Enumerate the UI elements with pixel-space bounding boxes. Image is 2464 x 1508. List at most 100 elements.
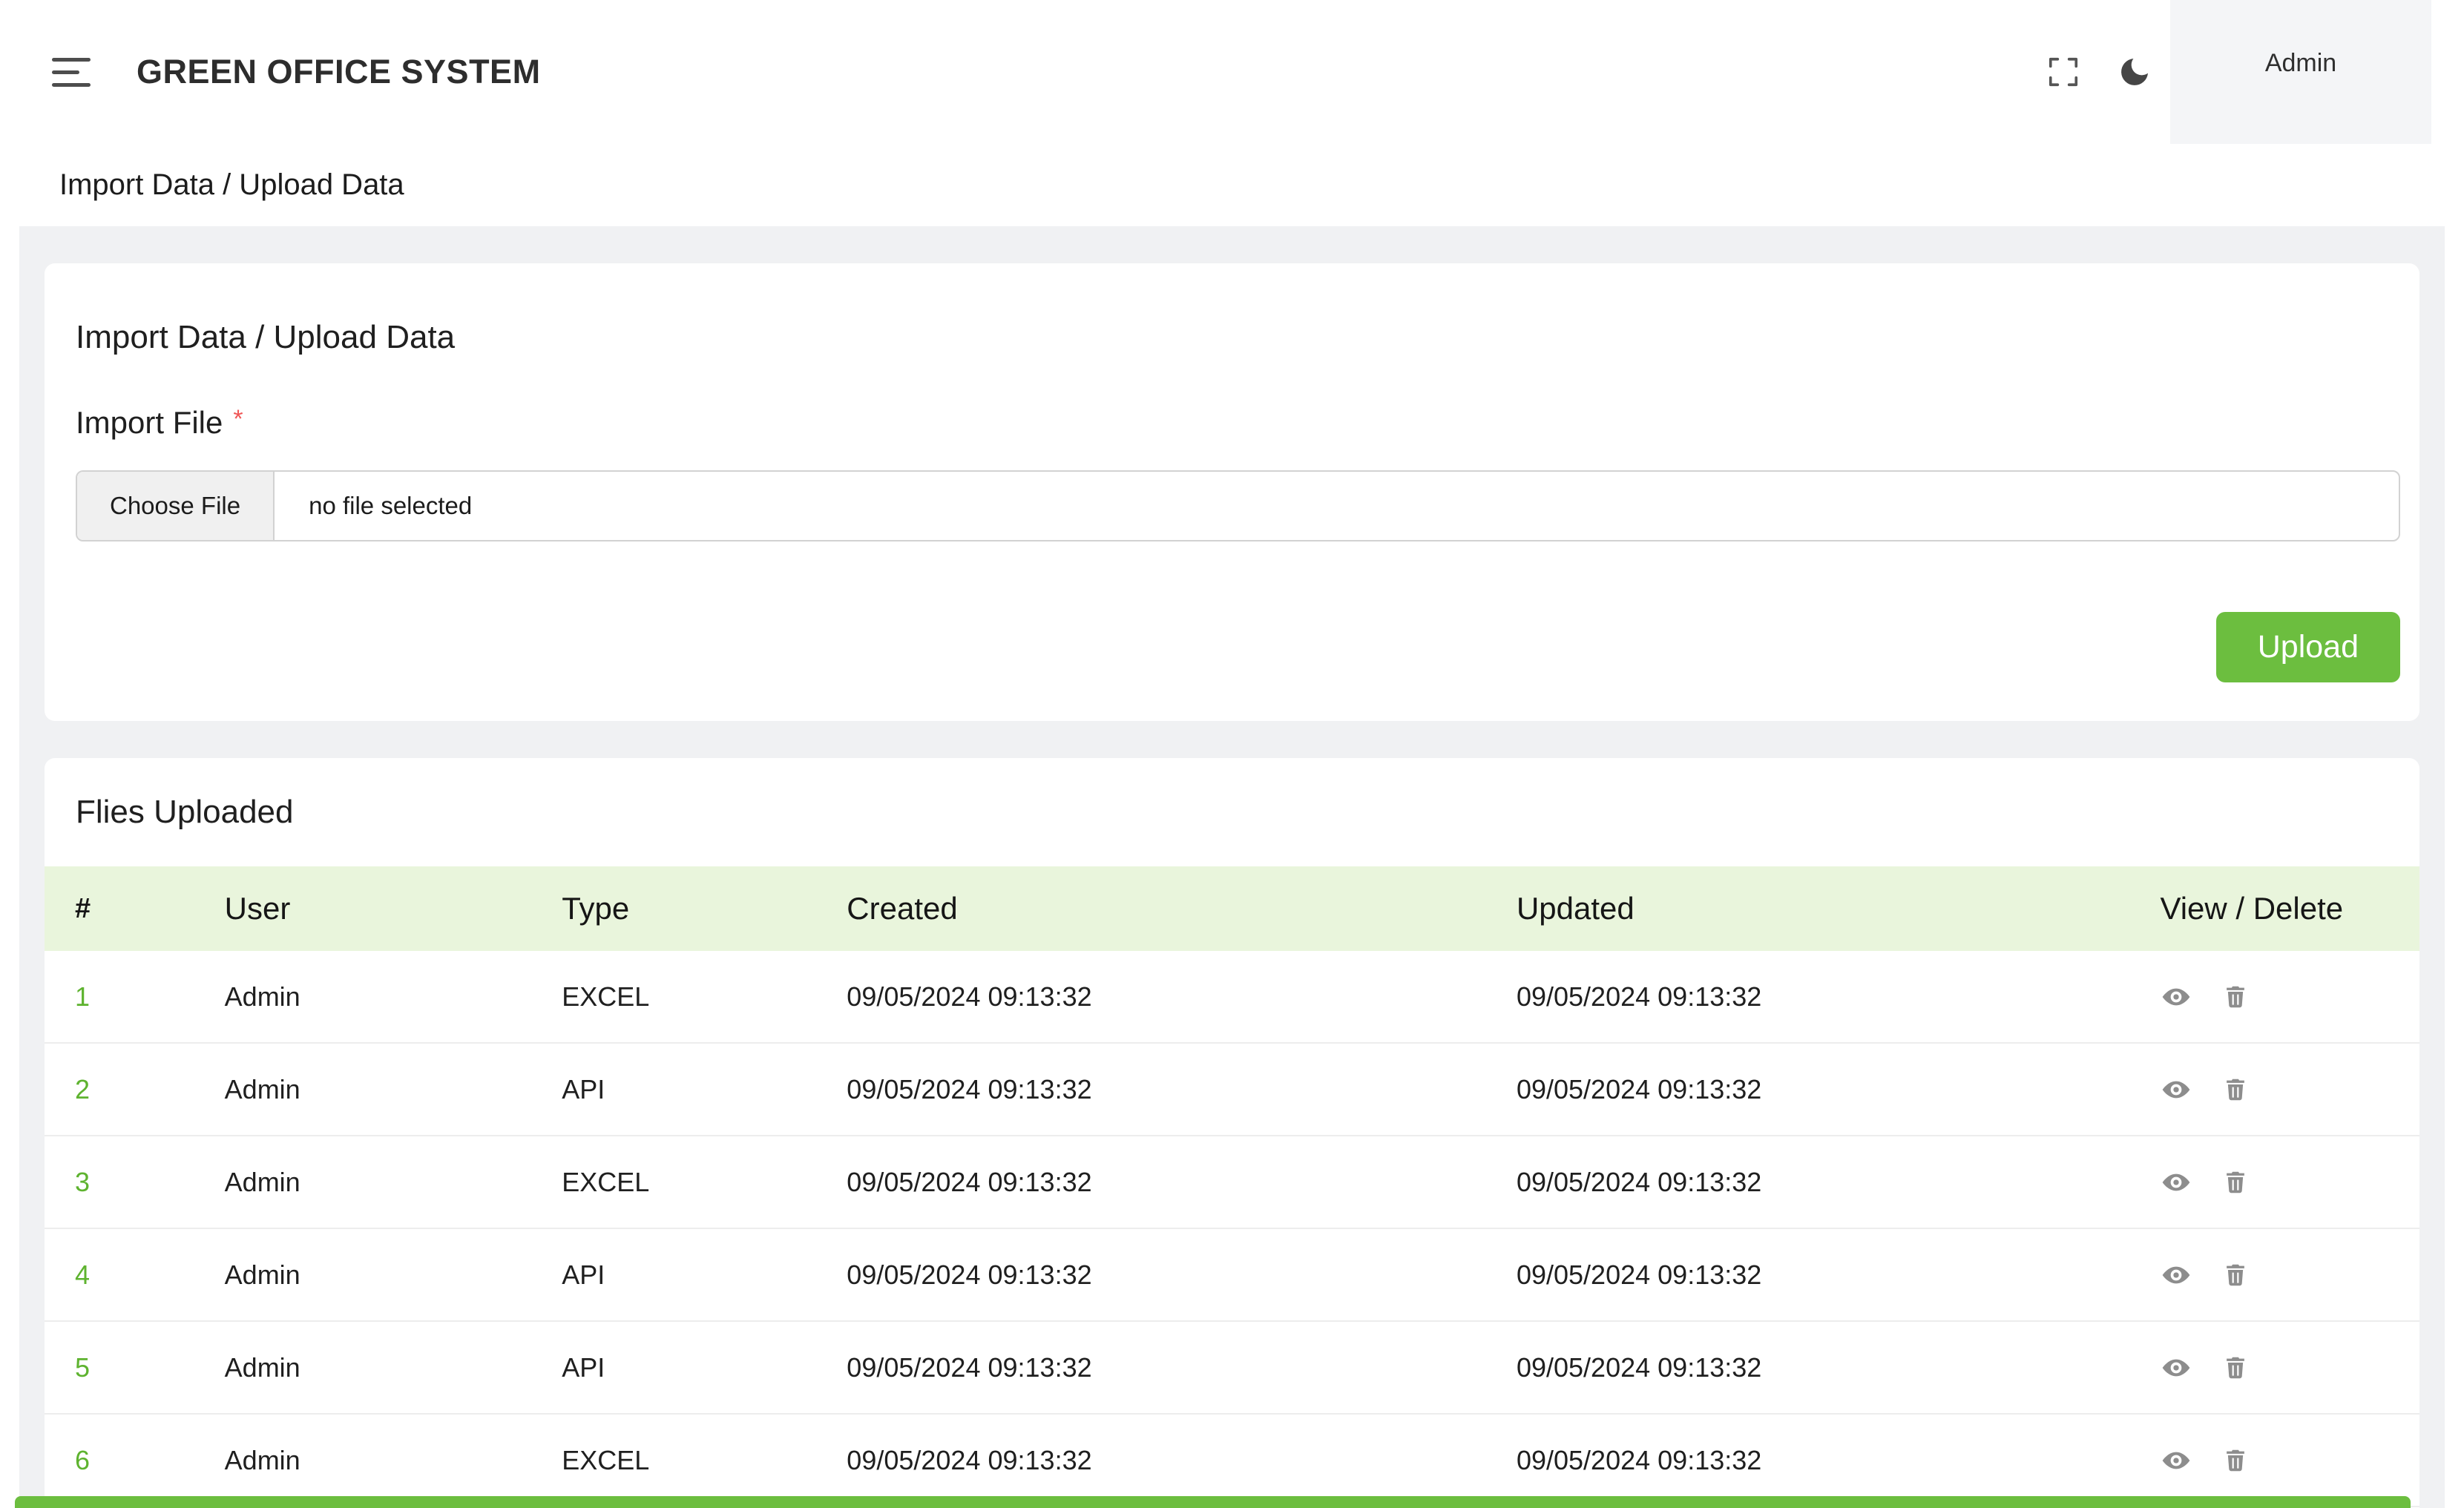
import-card-title: Import Data / Upload Data: [76, 319, 2400, 356]
moon-icon: [2117, 54, 2152, 90]
col-header-created: Created: [816, 866, 1486, 951]
eye-icon: [2161, 1352, 2192, 1383]
row-actions: [2129, 1321, 2419, 1414]
col-header-updated: Updated: [1486, 866, 2129, 951]
upload-row: Upload: [76, 612, 2400, 682]
row-created: 09/05/2024 09:13:32: [816, 951, 1486, 1043]
row-number: 3: [45, 1136, 194, 1228]
delete-button[interactable]: [2219, 1259, 2252, 1291]
table-row: 5 Admin API 09/05/2024 09:13:32 09/05/20…: [45, 1321, 2419, 1414]
breadcrumb-text: Import Data / Upload Data: [59, 168, 404, 202]
view-button[interactable]: [2160, 1073, 2192, 1106]
row-created: 09/05/2024 09:13:32: [816, 1043, 1486, 1136]
row-actions: [2129, 951, 2419, 1043]
breadcrumb: Import Data / Upload Data: [0, 144, 2464, 226]
col-header-num: #: [45, 866, 194, 951]
row-number: 1: [45, 951, 194, 1043]
eye-icon: [2161, 1074, 2192, 1105]
top-bar: GREEN OFFICE SYSTEM Admin: [0, 0, 2464, 144]
top-bar-right: Admin: [2028, 0, 2464, 144]
row-actions: [2129, 1228, 2419, 1321]
row-updated: 09/05/2024 09:13:32: [1486, 1136, 2129, 1228]
fullscreen-button[interactable]: [2028, 36, 2099, 108]
row-type: API: [531, 1321, 816, 1414]
trash-icon: [2221, 1168, 2250, 1196]
row-user: Admin: [194, 1321, 532, 1414]
view-button[interactable]: [2160, 1444, 2192, 1477]
row-created: 09/05/2024 09:13:32: [816, 1228, 1486, 1321]
delete-button[interactable]: [2219, 1073, 2252, 1106]
app-title: GREEN OFFICE SYSTEM: [137, 53, 541, 91]
menu-icon[interactable]: [52, 58, 91, 87]
trash-icon: [2221, 1354, 2250, 1382]
row-type: EXCEL: [531, 1414, 816, 1507]
row-user: Admin: [194, 1228, 532, 1321]
main-content: Import Data / Upload Data Import File * C…: [19, 226, 2445, 1508]
row-number: 2: [45, 1043, 194, 1136]
row-user: Admin: [194, 1043, 532, 1136]
table-row: 2 Admin API 09/05/2024 09:13:32 09/05/20…: [45, 1043, 2419, 1136]
required-asterisk: *: [233, 405, 243, 433]
row-type: EXCEL: [531, 1136, 816, 1228]
file-input[interactable]: Choose File no file selected: [76, 470, 2400, 541]
eye-icon: [2161, 1260, 2192, 1291]
files-card: Flies Uploaded # User Type Created Updat…: [45, 758, 2419, 1508]
row-actions: [2129, 1136, 2419, 1228]
delete-button[interactable]: [2219, 1444, 2252, 1477]
eye-icon: [2161, 1445, 2192, 1476]
row-number: 5: [45, 1321, 194, 1414]
trash-icon: [2221, 983, 2250, 1011]
view-button[interactable]: [2160, 981, 2192, 1013]
row-type: API: [531, 1043, 816, 1136]
row-number: 6: [45, 1414, 194, 1507]
view-button[interactable]: [2160, 1166, 2192, 1199]
row-user: Admin: [194, 1136, 532, 1228]
col-header-type: Type: [531, 866, 816, 951]
table-row: 6 Admin EXCEL 09/05/2024 09:13:32 09/05/…: [45, 1414, 2419, 1507]
row-type: EXCEL: [531, 951, 816, 1043]
delete-button[interactable]: [2219, 981, 2252, 1013]
row-created: 09/05/2024 09:13:32: [816, 1414, 1486, 1507]
file-placeholder: no file selected: [275, 472, 506, 540]
trash-icon: [2221, 1446, 2250, 1475]
fullscreen-icon: [2046, 55, 2080, 89]
col-header-actions: View / Delete: [2129, 866, 2419, 951]
col-header-user: User: [194, 866, 532, 951]
eye-icon: [2161, 1167, 2192, 1198]
row-actions: [2129, 1414, 2419, 1507]
row-created: 09/05/2024 09:13:32: [816, 1321, 1486, 1414]
bottom-scrollbar[interactable]: [15, 1496, 2411, 1508]
trash-icon: [2221, 1261, 2250, 1289]
import-file-label: Import File *: [76, 405, 2400, 441]
row-created: 09/05/2024 09:13:32: [816, 1136, 1486, 1228]
delete-button[interactable]: [2219, 1166, 2252, 1199]
user-menu-label: Admin: [2265, 49, 2336, 78]
choose-file-button[interactable]: Choose File: [77, 472, 275, 540]
table-row: 1 Admin EXCEL 09/05/2024 09:13:32 09/05/…: [45, 951, 2419, 1043]
row-user: Admin: [194, 951, 532, 1043]
import-file-label-text: Import File: [76, 405, 223, 440]
row-updated: 09/05/2024 09:13:32: [1486, 1321, 2129, 1414]
view-button[interactable]: [2160, 1259, 2192, 1291]
row-number: 4: [45, 1228, 194, 1321]
row-updated: 09/05/2024 09:13:32: [1486, 1414, 2129, 1507]
delete-button[interactable]: [2219, 1351, 2252, 1384]
row-actions: [2129, 1043, 2419, 1136]
row-user: Admin: [194, 1414, 532, 1507]
table-row: 3 Admin EXCEL 09/05/2024 09:13:32 09/05/…: [45, 1136, 2419, 1228]
user-menu-button[interactable]: Admin: [2170, 0, 2431, 144]
view-button[interactable]: [2160, 1351, 2192, 1384]
trash-icon: [2221, 1076, 2250, 1104]
files-table-body: 1 Admin EXCEL 09/05/2024 09:13:32 09/05/…: [45, 951, 2419, 1507]
files-table: # User Type Created Updated View / Delet…: [45, 866, 2419, 1507]
row-updated: 09/05/2024 09:13:32: [1486, 1043, 2129, 1136]
import-card: Import Data / Upload Data Import File * C…: [45, 263, 2419, 721]
row-type: API: [531, 1228, 816, 1321]
row-updated: 09/05/2024 09:13:32: [1486, 1228, 2129, 1321]
files-card-title: Flies Uploaded: [45, 794, 2419, 831]
table-header-row: # User Type Created Updated View / Delet…: [45, 866, 2419, 951]
upload-button[interactable]: Upload: [2216, 612, 2400, 682]
table-row: 4 Admin API 09/05/2024 09:13:32 09/05/20…: [45, 1228, 2419, 1321]
eye-icon: [2161, 981, 2192, 1013]
dark-mode-button[interactable]: [2099, 36, 2170, 108]
